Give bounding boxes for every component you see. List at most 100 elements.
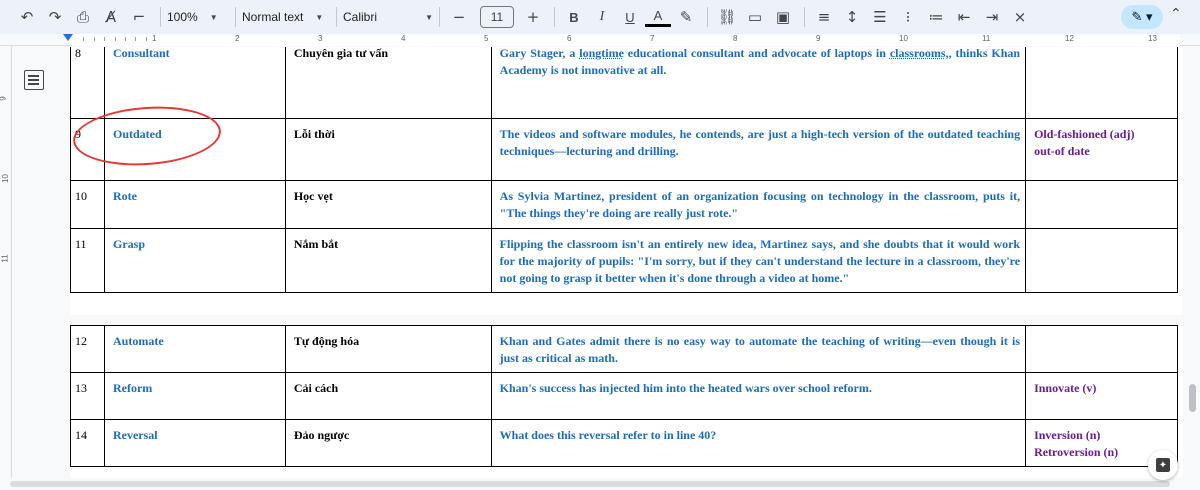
line-spacing-icon[interactable]: ↕ — [839, 4, 865, 30]
style-value: Normal text — [242, 10, 304, 24]
decrease-indent-icon[interactable]: ⇤ — [951, 4, 977, 30]
synonym-cell[interactable] — [1025, 325, 1178, 373]
meaning-cell[interactable]: Cải cách — [284, 372, 492, 420]
undo-icon[interactable]: ↶ — [14, 4, 40, 30]
comment-icon[interactable]: ▭ — [742, 4, 768, 30]
scroll-thumb[interactable] — [10, 481, 1170, 487]
example-cell[interactable]: The videos and software modules, he cont… — [490, 118, 1027, 181]
vertical-scrollbar[interactable] — [1186, 46, 1200, 478]
ruler-tick — [93, 37, 95, 41]
synonym-cell[interactable]: Innovate (v) — [1025, 372, 1178, 420]
underline-icon[interactable]: U — [617, 4, 643, 30]
ruler-tick — [135, 37, 137, 41]
document-canvas[interactable]: 8 Consultant Chuyên gia tư vấn Gary Stager,… — [13, 47, 1183, 478]
example-cell[interactable]: Khan and Gates admit there is no easy wa… — [490, 325, 1027, 373]
word-cell[interactable]: Reversal — [103, 419, 286, 467]
word-cell[interactable]: Automate — [103, 325, 286, 373]
synonym-text: Inversion (n) — [1034, 428, 1101, 442]
text-color-icon[interactable]: A — [645, 7, 671, 27]
synonym-cell[interactable] — [1025, 47, 1178, 119]
font-value: Calibri — [343, 10, 378, 24]
paint-format-icon[interactable]: ⌐ — [126, 4, 152, 30]
vruler-number: 11 — [0, 254, 10, 263]
image-icon[interactable]: ▣ — [770, 4, 796, 30]
bulleted-list-icon[interactable]: ⁝ — [895, 4, 921, 30]
ruler-number: 11 — [982, 34, 991, 43]
ruler-number: 1 — [152, 34, 157, 43]
meaning-cell[interactable]: Lỗi thời — [284, 118, 492, 181]
example-cell[interactable]: Flipping the classroom isn't an entirely… — [490, 228, 1027, 293]
synonym-cell[interactable] — [1025, 228, 1178, 293]
document-outline-icon[interactable] — [24, 70, 44, 90]
ruler-tick — [114, 37, 116, 41]
indent-marker[interactable] — [63, 34, 73, 41]
table-row: 13 Reform Cải cách Khan's success has injec… — [70, 372, 1178, 420]
toolbar-divider — [336, 7, 337, 27]
highlight-icon[interactable]: ✎ — [673, 4, 699, 30]
example-cell[interactable]: Khan's success has injected him into the… — [490, 372, 1027, 420]
ruler-number: 12 — [1065, 34, 1074, 43]
example-cell[interactable]: Gary Stager, a longtime educational cons… — [490, 47, 1027, 119]
checklist-icon[interactable]: ☰ — [867, 4, 893, 30]
decrease-font-size-button[interactable]: − — [446, 4, 472, 30]
align-icon[interactable]: ≡ — [811, 4, 837, 30]
redo-icon[interactable]: ↷ — [42, 4, 68, 30]
increase-indent-icon[interactable]: ⇥ — [979, 4, 1005, 30]
document-page: 8 Consultant Chuyên gia tư vấn Gary Stager,… — [70, 47, 1183, 315]
ruler-number: 5 — [484, 34, 489, 43]
horizontal-scrollbar[interactable] — [0, 478, 1200, 490]
example-cell[interactable]: As Sylvia Martinez, president of an orga… — [490, 180, 1027, 229]
style-select[interactable]: Normal text ▼ — [242, 10, 330, 24]
bold-icon[interactable]: B — [561, 4, 587, 30]
synonym-text: out-of date — [1034, 144, 1090, 158]
vruler-number: 9 — [0, 96, 8, 100]
row-number-cell[interactable]: 12 — [70, 325, 105, 373]
explore-button[interactable]: ✦ — [1148, 450, 1178, 480]
horizontal-ruler[interactable]: 1 2 3 4 5 6 7 8 9 10 11 12 13 — [0, 34, 1200, 46]
row-number-cell[interactable]: 14 — [70, 419, 105, 467]
row-number-cell[interactable]: 13 — [70, 372, 105, 420]
row-number-cell[interactable]: 11 — [70, 228, 105, 293]
meaning-cell[interactable]: Chuyên gia tư vấn — [284, 47, 492, 119]
vertical-ruler[interactable]: 9 10 11 — [0, 46, 12, 478]
toolbar-divider — [160, 7, 161, 27]
toolbar-divider — [235, 7, 236, 27]
synonym-cell[interactable]: Old-fashioned (adj) out-of date — [1025, 118, 1178, 181]
sparkle-icon: ✦ — [1156, 458, 1170, 472]
table-row: 14 Reversal Đảo ngược What does this revers… — [70, 419, 1178, 467]
toolbar: ↶ ↷ ⎙ A̸ ⌐ 100% ▼ Normal text ▼ Calibri ▼ −… — [0, 0, 1200, 34]
ruler-number: 4 — [401, 34, 406, 43]
print-icon[interactable]: ⎙ — [70, 4, 96, 30]
toolbar-divider — [707, 7, 708, 27]
synonym-cell[interactable] — [1025, 180, 1178, 229]
meaning-cell[interactable]: Học vẹt — [284, 180, 492, 229]
ruler-number: 7 — [650, 34, 655, 43]
example-cell[interactable]: What does this reversal refer to in line… — [490, 419, 1027, 467]
word-cell[interactable]: Reform — [103, 372, 286, 420]
ruler-number: 8 — [733, 34, 738, 43]
numbered-list-icon[interactable]: ≔ — [923, 4, 949, 30]
meaning-cell[interactable]: Nắm bắt — [284, 228, 492, 293]
example-text: classrooms, — [889, 47, 949, 60]
editing-mode-button[interactable]: ✎ ▾ — [1121, 5, 1163, 29]
link-icon[interactable]: ⛓ — [714, 4, 740, 30]
ruler-number: 6 — [567, 34, 572, 43]
collapse-icon[interactable]: ⌃ — [1170, 6, 1182, 22]
word-cell[interactable]: Rote — [103, 180, 286, 229]
vruler-number: 10 — [0, 174, 10, 183]
increase-font-size-button[interactable]: + — [520, 4, 546, 30]
meaning-cell[interactable]: Tự động hóa — [284, 325, 492, 373]
meaning-cell[interactable]: Đảo ngược — [284, 419, 492, 467]
row-number-cell[interactable]: 8 — [70, 47, 105, 119]
italic-icon[interactable]: I — [589, 4, 615, 30]
synonym-text: Old-fashioned (adj) — [1034, 127, 1135, 141]
clear-formatting-icon[interactable]: ⨯ — [1007, 4, 1033, 30]
row-number-cell[interactable]: 10 — [70, 180, 105, 229]
font-select[interactable]: Calibri ▼ — [343, 10, 433, 24]
font-size-input[interactable]: 11 — [480, 6, 514, 28]
word-cell[interactable]: Grasp — [103, 228, 286, 293]
scroll-thumb[interactable] — [1189, 384, 1196, 412]
spellcheck-icon[interactable]: A̸ — [98, 4, 124, 30]
ruler-tick — [83, 37, 85, 41]
zoom-select[interactable]: 100% ▼ — [167, 10, 229, 24]
